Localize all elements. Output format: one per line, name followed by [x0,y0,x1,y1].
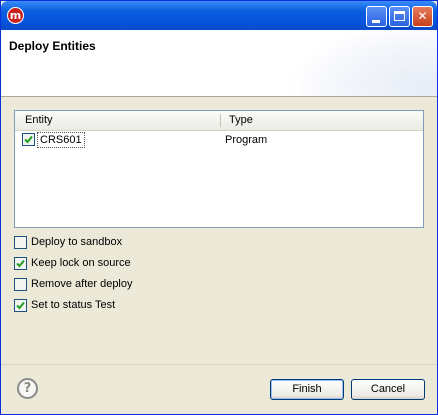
cancel-button[interactable]: Cancel [351,379,425,400]
deploy-entities-dialog: m ✕ Deploy Entities Entity Type CRS601 P… [0,0,438,415]
column-divider[interactable] [220,114,221,127]
cancel-button-label: Cancel [370,383,406,395]
footer-divider [1,364,437,365]
set-to-status-test-label: Set to status Test [31,299,116,311]
minimize-button[interactable] [366,6,387,27]
keep-lock-on-source-label: Keep lock on source [31,257,131,269]
help-icon[interactable]: ? [17,378,38,399]
close-button[interactable]: ✕ [412,6,433,27]
checkmark-icon [16,301,25,310]
dialog-header: Deploy Entities [1,30,437,97]
remove-after-deploy-checkbox[interactable] [14,278,27,291]
page-title: Deploy Entities [9,39,96,53]
maximize-button[interactable] [389,6,410,27]
minimize-icon [372,20,380,23]
deploy-to-sandbox-checkbox[interactable] [14,236,27,249]
checkmark-icon [16,259,25,268]
column-header-type[interactable]: Type [229,114,253,126]
entity-cell: CRS601 [37,132,85,148]
header-banner-graphic [287,30,437,96]
table-header: Entity Type [15,111,423,131]
close-icon: ✕ [417,9,428,23]
remove-after-deploy-label: Remove after deploy [31,278,133,290]
checkmark-icon [24,135,33,144]
row-checkbox[interactable] [22,133,35,146]
app-logo-icon: m [7,7,24,24]
entity-table[interactable]: Entity Type CRS601 Program [14,110,424,228]
maximize-icon [394,11,405,21]
title-bar[interactable]: m ✕ [1,1,437,30]
table-row[interactable]: CRS601 Program [15,131,423,149]
keep-lock-on-source-checkbox[interactable] [14,257,27,270]
type-cell: Program [225,134,268,146]
deploy-to-sandbox-label: Deploy to sandbox [31,236,123,248]
finish-button-label: Finish [292,383,322,395]
finish-button[interactable]: Finish [270,379,344,400]
set-to-status-test-checkbox[interactable] [14,299,27,312]
column-header-entity[interactable]: Entity [25,114,53,126]
